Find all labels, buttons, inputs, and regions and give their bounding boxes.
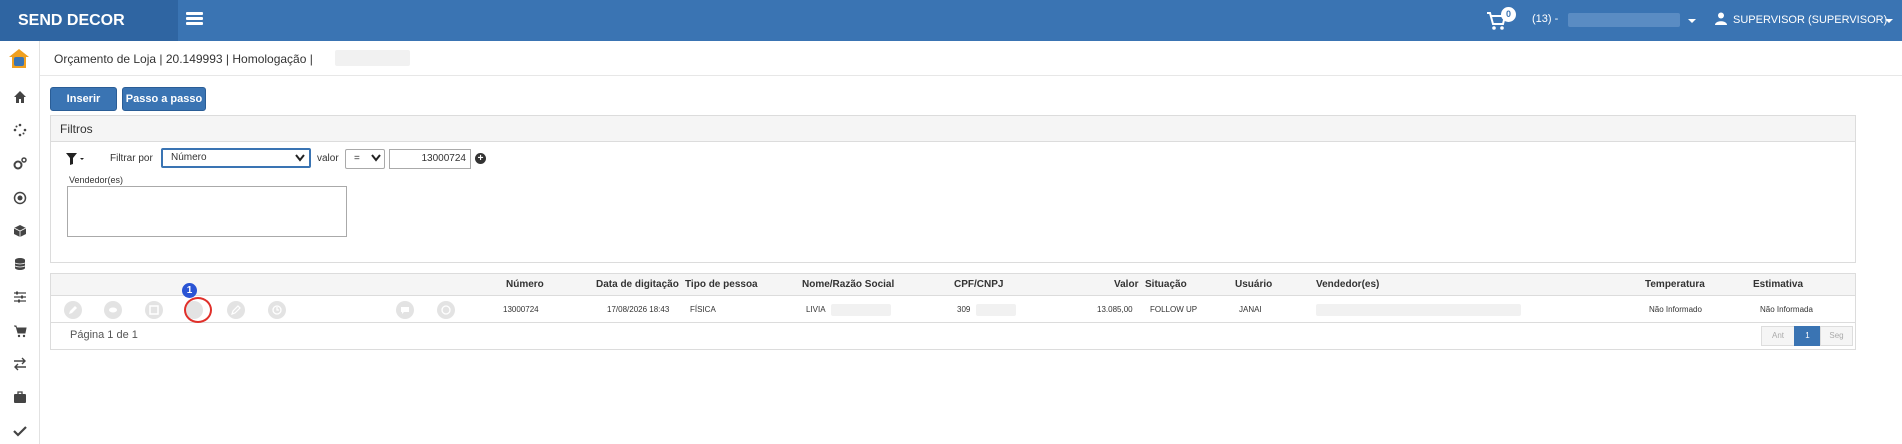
sellers-textarea[interactable] <box>67 186 347 237</box>
column-header-usuario[interactable]: Usuário <box>1235 279 1272 290</box>
page-title: Orçamento de Loja | 20.149993 | Homologa… <box>54 52 313 66</box>
user-menu[interactable]: SUPERVISOR (SUPERVISOR) <box>1733 14 1887 26</box>
check-icon[interactable] <box>13 424 27 438</box>
store-chevron-down-icon[interactable] <box>1688 19 1696 23</box>
prev-page-button[interactable]: Ant <box>1761 326 1795 346</box>
column-header-vendedores[interactable]: Vendedor(es) <box>1316 279 1379 290</box>
user-chevron-down-icon[interactable] <box>1885 19 1893 23</box>
globe-icon[interactable] <box>437 301 455 319</box>
insert-button[interactable]: Inserir <box>50 87 117 111</box>
filter-by-select[interactable]: Número <box>161 148 311 168</box>
step-by-step-button[interactable]: Passo a passo <box>122 87 206 111</box>
eye-icon[interactable] <box>104 301 122 319</box>
cell-cpf-redacted <box>976 304 1016 316</box>
cell-nome-redacted <box>831 304 891 316</box>
chevron-down-icon <box>371 154 381 162</box>
filter-by-label: Filtrar por <box>110 153 153 164</box>
brand-logo[interactable]: SEND DECOR <box>0 0 178 41</box>
exchange-icon[interactable] <box>13 357 27 371</box>
clock-icon[interactable] <box>268 301 286 319</box>
column-header-estimativa[interactable]: Estimativa <box>1753 279 1803 290</box>
operator-select-value: = <box>354 153 360 164</box>
highlighted-action-button[interactable] <box>184 297 212 323</box>
app-logo-icon[interactable] <box>8 48 30 70</box>
add-filter-icon[interactable]: + <box>475 153 486 164</box>
menu-toggle-icon[interactable] <box>186 12 203 26</box>
column-header-data[interactable]: Data de digitação <box>596 279 679 290</box>
table-row[interactable]: 13000724 17/08/2026 18:43 FÍSICA LIVIA 3… <box>51 297 1855 323</box>
store-selector[interactable]: (13) - <box>1532 13 1558 25</box>
pencil-icon[interactable] <box>64 301 82 319</box>
cell-numero: 13000724 <box>503 305 539 314</box>
column-header-temperatura[interactable]: Temperatura <box>1645 279 1705 290</box>
filter-value-input[interactable]: 13000724 <box>389 149 471 169</box>
link-icon[interactable] <box>145 301 163 319</box>
column-header-situacao[interactable]: Situação <box>1145 279 1187 290</box>
store-name-redacted <box>1568 13 1680 27</box>
edit-icon[interactable] <box>227 301 245 319</box>
grid-header: Número Data de digitação Tipo de pessoa … <box>51 274 1855 296</box>
divider <box>40 75 1902 76</box>
cell-valor: 13.085,00 <box>1097 305 1133 314</box>
filter-funnel-icon[interactable] <box>66 153 86 165</box>
next-page-button[interactable]: Seg <box>1820 326 1853 346</box>
column-header-tipo[interactable]: Tipo de pessoa <box>685 279 758 290</box>
cart-icon[interactable] <box>13 324 27 338</box>
sellers-label: Vendedor(es) <box>69 175 124 185</box>
cell-cpf: 309 <box>957 305 971 314</box>
cell-temperatura: Não Informado <box>1649 305 1702 314</box>
column-header-valor[interactable]: Valor <box>1114 279 1138 290</box>
column-header-numero[interactable]: Número <box>506 279 544 290</box>
filters-panel-title: Filtros <box>51 116 1855 142</box>
cell-vendedores <box>1316 304 1521 316</box>
cell-data: 17/08/2026 18:43 <box>607 305 670 314</box>
filter-by-select-value: Número <box>171 152 207 163</box>
comment-icon[interactable] <box>396 301 414 319</box>
briefcase-icon[interactable] <box>13 390 27 404</box>
pagination-text: Página 1 de 1 <box>70 329 138 341</box>
home-icon[interactable] <box>13 90 27 104</box>
target-icon[interactable] <box>13 191 27 205</box>
annotation-marker: 1 <box>182 283 197 298</box>
page-title-redacted <box>335 50 410 66</box>
column-header-nome[interactable]: Nome/Razão Social <box>802 279 894 290</box>
cogs-icon[interactable] <box>13 157 27 171</box>
cube-icon[interactable] <box>13 224 27 238</box>
cell-usuario: JANAI <box>1239 305 1262 314</box>
column-header-cpf[interactable]: CPF/CNPJ <box>954 279 1003 290</box>
user-icon <box>1715 12 1727 25</box>
top-navbar: SEND DECOR 0 (13) - SUPERVISOR (SUPERVIS… <box>0 0 1902 41</box>
database-icon[interactable] <box>13 257 27 271</box>
sliders-icon[interactable] <box>13 290 27 304</box>
operator-select[interactable]: = <box>345 149 385 169</box>
results-grid: Número Data de digitação Tipo de pessoa … <box>50 273 1856 350</box>
spinner-icon[interactable] <box>13 123 27 137</box>
cell-estimativa: Não Informada <box>1760 305 1813 314</box>
cart-count-badge: 0 <box>1501 7 1516 22</box>
value-label: valor <box>317 153 339 164</box>
chevron-down-icon <box>295 154 305 162</box>
cell-tipo: FÍSICA <box>690 305 716 314</box>
cell-nome: LIVIA <box>806 305 826 314</box>
page-1-button[interactable]: 1 <box>1794 326 1821 346</box>
sidebar <box>0 41 40 444</box>
cell-situacao: FOLLOW UP <box>1150 305 1198 314</box>
